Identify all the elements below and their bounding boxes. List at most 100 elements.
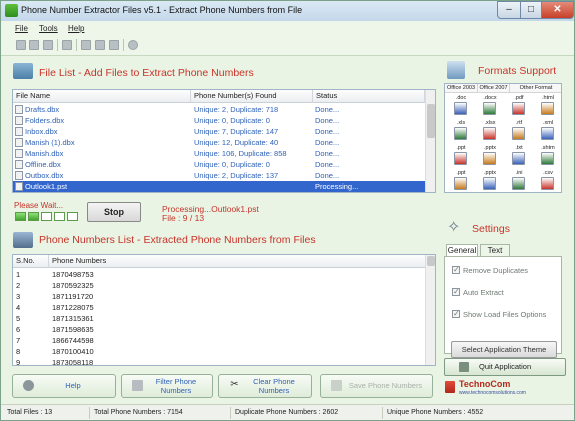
column-header-phone-found[interactable]: Phone Number(s) Found [191,90,313,103]
file-format-icon [541,152,554,165]
quit-application-button[interactable]: Quit Application [444,358,566,376]
key-icon[interactable] [109,40,119,50]
exit-icon [459,362,469,372]
menu-help[interactable]: Help [68,24,84,33]
remove-duplicates-checkbox[interactable] [452,265,460,274]
maximize-button[interactable]: □ [520,1,542,19]
close-button[interactable]: ✕ [541,1,574,19]
column-header-phone-numbers[interactable]: Phone Numbers [49,255,425,268]
phone-number-cell: 1871228075 [52,303,94,312]
new-icon[interactable] [16,40,26,50]
phone-found-cell [194,181,312,192]
logo-name: TechnoCom [459,379,511,389]
tab-text[interactable]: Text [480,244,510,256]
phone-number-row[interactable]: 2 1870592325 [13,280,425,291]
phone-number-cell: 1873058118 [52,358,94,366]
clear-phone-numbers-button[interactable]: ✂ Clear Phone Numbers [218,374,312,398]
progress-block [67,212,78,221]
sno-cell: 9 [16,358,21,366]
toolbar-separator [123,39,124,51]
open-icon[interactable] [29,40,39,50]
phone-number-cell: 1870592325 [52,281,94,290]
phone-list-scrollbar[interactable] [425,255,435,365]
phone-list-title: Phone Numbers List - Extracted Phone Num… [39,234,316,246]
stop-button[interactable]: Stop [87,202,141,222]
export-icon[interactable] [62,40,72,50]
menu-tools[interactable]: Tools [39,24,58,33]
cut-icon[interactable] [81,40,91,50]
file-icon [15,149,23,158]
file-row[interactable]: Drafts.dbx Unique: 2, Duplicate: 718 Done.… [13,104,425,115]
toolbar-separator [76,39,77,51]
phone-number-row[interactable]: 6 1871598635 [13,324,425,335]
file-format-icon [512,152,525,165]
phone-numbers-table[interactable]: S.No. Phone Numbers 1 1870498753 2 18705923… [12,254,436,366]
phone-number-row[interactable]: 8 1870100410 [13,346,425,357]
show-load-files-checkbox[interactable] [452,309,460,318]
column-header-file-name[interactable]: File Name [13,90,191,103]
format-label: .shtm [541,145,555,151]
technocom-logo: TechnoCom www.technocomsolutions.com [445,379,533,399]
phone-number-cell: 1871598635 [52,325,94,334]
format-label: .xlsx [484,120,496,126]
format-label: .txt [515,145,523,151]
file-row[interactable]: Outbox.dbx Unique: 2, Duplicate: 137 Done.… [13,170,425,181]
phone-number-row[interactable]: 5 1871315361 [13,313,425,324]
filter-icon[interactable] [95,40,105,50]
logo-mark-icon [445,381,455,393]
file-row[interactable]: Outlook1.pst Processing... [13,181,425,192]
format-label: .pdf [514,95,524,101]
app-icon [5,4,18,17]
file-row[interactable]: Inbox.dbx Unique: 7, Duplicate: 147 Done..… [13,126,425,137]
format-label: .html [542,95,554,101]
search-icon[interactable] [128,40,138,50]
format-label: .ini [515,170,523,176]
phone-found-cell: Unique: 0, Duplicate: 0 [194,160,270,169]
scroll-thumb[interactable] [427,256,435,266]
column-header-sno[interactable]: S.No. [13,255,49,268]
window-title: Phone Number Extractor Files v5.1 - Extr… [21,5,303,15]
phone-found-cell: Unique: 2, Duplicate: 137 [194,171,279,180]
save-label: Save Phone Numbers [348,381,423,390]
phone-number-row[interactable]: 4 1871228075 [13,302,425,313]
file-list-title: File List - Add Files to Extract Phone N… [39,67,254,79]
file-row[interactable]: Offline.dbx Unique: 0, Duplicate: 0 Done..… [13,159,425,170]
phone-number-row[interactable]: 7 1866744598 [13,335,425,346]
file-format-icon [483,102,496,115]
filter-icon [132,380,143,391]
please-wait-label: Please Wait... [14,201,64,210]
phone-number-cell: 1870498753 [52,270,94,279]
auto-extract-checkbox[interactable] [452,287,460,296]
file-row[interactable]: Folders.dbx Unique: 0, Duplicate: 0 Done..… [13,115,425,126]
phone-number-row[interactable]: 1 1870498753 [13,269,425,280]
phone-number-row[interactable]: 9 1873058118 [13,357,425,366]
sno-cell: 3 [16,292,21,301]
file-name-cell: Drafts.dbx [25,105,60,114]
formats-title: Formats Support [478,65,557,77]
column-header-status[interactable]: Status [313,90,425,103]
help-button[interactable]: Help [12,374,116,398]
select-theme-button[interactable]: Select Application Theme [451,341,557,358]
file-row[interactable]: Manish.dbx Unique: 106, Duplicate: 858 Don… [13,148,425,159]
file-format-icon [483,152,496,165]
save-icon[interactable] [43,40,53,50]
file-icon [15,127,23,136]
file-row[interactable]: Manish (1).dbx Unique: 12, Duplicate: 40 D… [13,137,425,148]
settings-general-body: Remove Duplicates Auto Extract Show Load… [444,256,562,358]
scroll-thumb[interactable] [427,104,435,138]
filter-phone-numbers-button[interactable]: Filter Phone Numbers [121,374,213,398]
file-name-cell: Offline.dbx [25,160,61,169]
file-list-scrollbar[interactable] [425,90,435,192]
format-label: .pptx [484,170,496,176]
settings-title: Settings [472,223,510,235]
help-icon [23,380,34,391]
menu-file[interactable]: File [15,24,28,33]
formats-grid: Office 2003 Office 2007 Other Format .do… [444,83,562,193]
format-label: .docx [483,95,497,101]
phone-number-row[interactable]: 3 1871191720 [13,291,425,302]
minimize-button[interactable]: – [497,1,521,19]
format-label: .ppt [456,145,466,151]
save-phone-numbers-button[interactable]: Save Phone Numbers [320,374,433,398]
toolbar [1,36,574,56]
file-list-table[interactable]: File Name Phone Number(s) Found Status D… [12,89,436,193]
